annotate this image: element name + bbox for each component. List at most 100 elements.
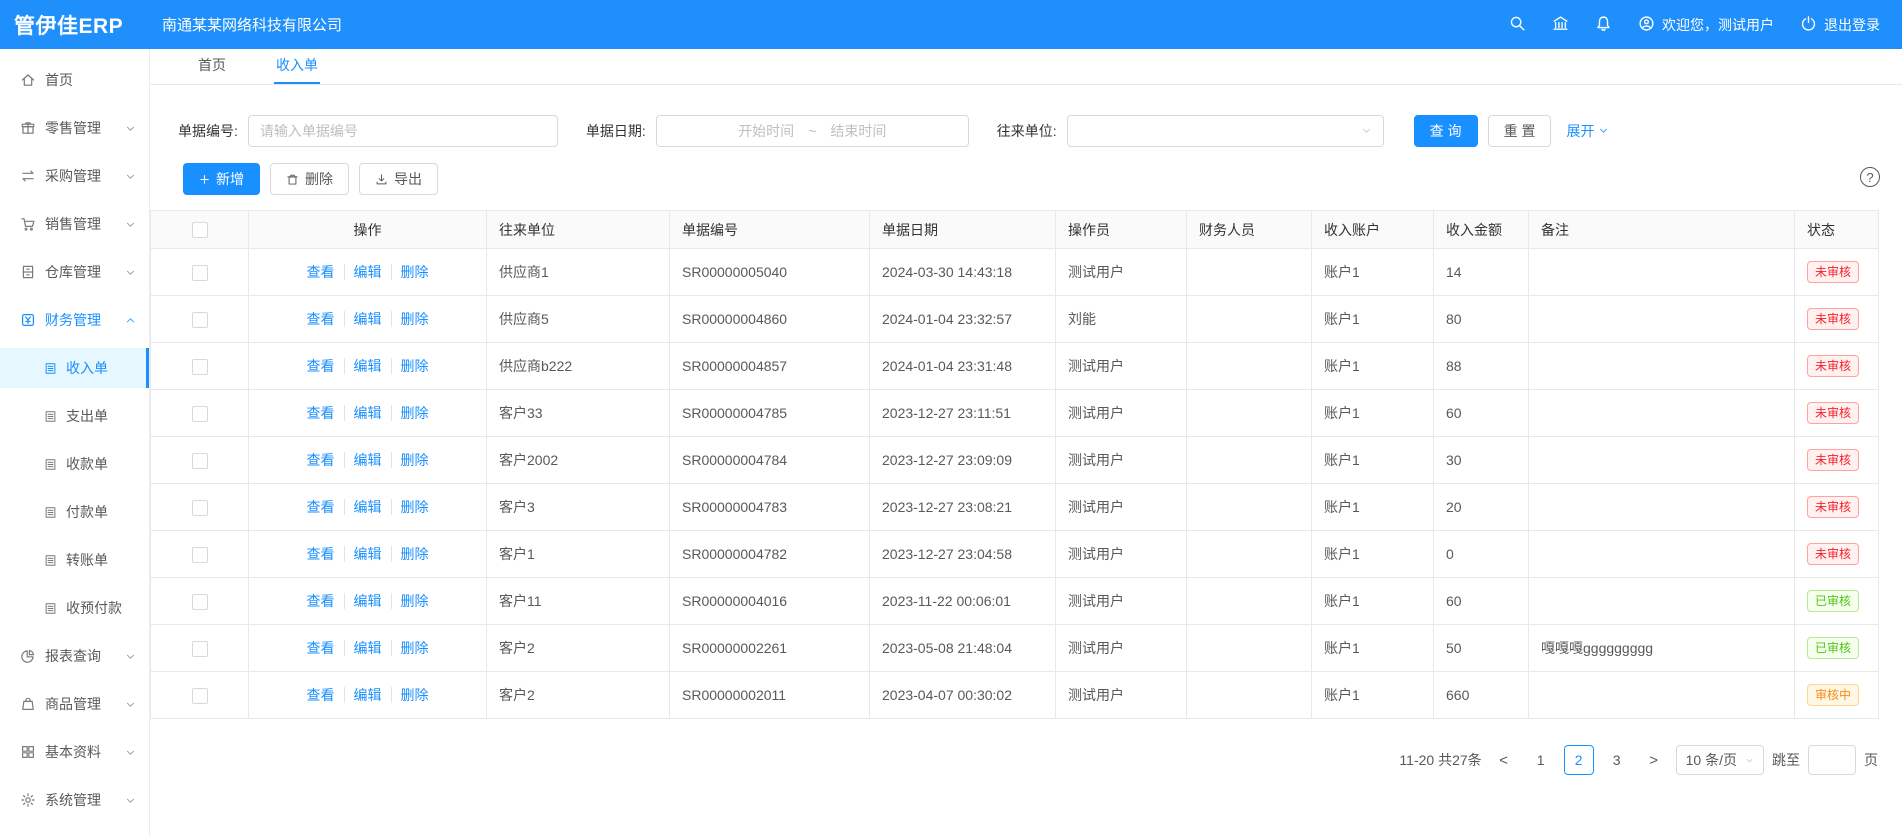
row-checkbox[interactable] [192,594,208,610]
edit-link[interactable]: 编辑 [344,405,382,421]
delete-link[interactable]: 删除 [391,640,429,656]
row-checkbox[interactable] [192,641,208,657]
sidebar-subitem-payment-doc[interactable]: 付款单 [0,492,149,532]
sidebar-item-system[interactable]: 系统管理 [0,780,149,820]
sidebar-item-purchase[interactable]: 采购管理 [0,156,149,196]
cell-account: 账户1 [1312,625,1434,672]
page-button-3[interactable]: 3 [1602,745,1632,775]
cell-remark [1529,672,1795,719]
view-link[interactable]: 查看 [307,546,335,562]
sidebar-subitem-transfer-doc[interactable]: 转账单 [0,540,149,580]
row-checkbox[interactable] [192,547,208,563]
delete-link[interactable]: 删除 [391,264,429,280]
row-checkbox[interactable] [192,406,208,422]
jump-page-input[interactable] [1808,745,1856,775]
delete-link[interactable]: 删除 [391,499,429,515]
cell-partner: 客户1 [487,531,670,578]
edit-link[interactable]: 编辑 [344,499,382,515]
view-link[interactable]: 查看 [307,687,335,703]
delete-link[interactable]: 删除 [391,358,429,374]
sidebar-item-finance[interactable]: 财务管理 [0,300,149,340]
tab-income-doc[interactable]: 收入单 [274,48,320,84]
next-page-button[interactable]: > [1640,745,1668,775]
chevron-down-icon [125,123,136,134]
partner-select[interactable] [1067,115,1384,147]
logout-button[interactable]: 退出登录 [1800,15,1880,35]
delete-link[interactable]: 删除 [391,311,429,327]
sidebar-item-sales[interactable]: 销售管理 [0,204,149,244]
view-link[interactable]: 查看 [307,640,335,656]
gear-icon [20,792,36,808]
row-checkbox[interactable] [192,500,208,516]
user-menu[interactable]: 欢迎您，测试用户 [1638,15,1774,35]
edit-link[interactable]: 编辑 [344,687,382,703]
view-link[interactable]: 查看 [307,452,335,468]
page-button-2[interactable]: 2 [1564,745,1594,775]
expand-link[interactable]: 展开 [1566,121,1609,141]
edit-link[interactable]: 编辑 [344,546,382,562]
view-link[interactable]: 查看 [307,311,335,327]
search-icon[interactable] [1509,15,1526,35]
delete-link[interactable]: 删除 [391,546,429,562]
view-link[interactable]: 查看 [307,499,335,515]
cell-amount: 50 [1434,625,1529,672]
notification-bell-icon[interactable] [1595,15,1612,35]
page-size-select[interactable]: 10 条/页 [1676,745,1764,775]
delete-link[interactable]: 删除 [391,452,429,468]
help-icon[interactable]: ? [1860,167,1880,187]
delete-link[interactable]: 删除 [391,593,429,609]
sidebar-item-home[interactable]: 首页 [0,60,149,100]
page-button-1[interactable]: 1 [1526,745,1556,775]
pagination: 11-20 共27条 < 1 2 3 > 10 条/页 跳至 页 [150,745,1902,775]
tab-home[interactable]: 首页 [196,48,228,84]
chevron-down-icon [125,219,136,230]
view-link[interactable]: 查看 [307,593,335,609]
doc-no-input[interactable] [260,123,546,139]
row-checkbox[interactable] [192,359,208,375]
reset-button[interactable]: 重 置 [1488,115,1552,147]
edit-link[interactable]: 编辑 [344,311,382,327]
edit-link[interactable]: 编辑 [344,452,382,468]
edit-link[interactable]: 编辑 [344,593,382,609]
select-all-checkbox[interactable] [192,222,208,238]
cell-remark [1529,249,1795,296]
view-link[interactable]: 查看 [307,264,335,280]
delete-link[interactable]: 删除 [391,405,429,421]
row-checkbox[interactable] [192,688,208,704]
delete-link[interactable]: 删除 [391,687,429,703]
view-link[interactable]: 查看 [307,405,335,421]
delete-button[interactable]: 删除 [270,163,349,195]
prev-page-button[interactable]: < [1490,745,1518,775]
cell-partner: 客户2002 [487,437,670,484]
col-header-doc-no: 单据编号 [670,211,870,249]
cell-account: 账户1 [1312,390,1434,437]
sidebar-subitem-receipt-doc[interactable]: 收款单 [0,444,149,484]
sidebar-subitem-expense-doc[interactable]: 支出单 [0,396,149,436]
row-checkbox[interactable] [192,312,208,328]
sidebar-item-basic-data[interactable]: 基本资料 [0,732,149,772]
sidebar-item-goods[interactable]: 商品管理 [0,684,149,724]
status-badge: 未审核 [1807,449,1859,471]
edit-link[interactable]: 编辑 [344,264,382,280]
row-checkbox[interactable] [192,265,208,281]
export-button[interactable]: 导出 [359,163,438,195]
sidebar-item-warehouse[interactable]: 仓库管理 [0,252,149,292]
edit-link[interactable]: 编辑 [344,640,382,656]
view-link[interactable]: 查看 [307,358,335,374]
shopping-bag-icon [20,696,36,712]
bank-building-icon[interactable] [1552,15,1569,35]
date-label: 单据日期: [586,121,646,141]
edit-link[interactable]: 编辑 [344,358,382,374]
col-header-partner: 往来单位 [487,211,670,249]
sidebar-item-reports[interactable]: 报表查询 [0,636,149,676]
sidebar-item-retail[interactable]: 零售管理 [0,108,149,148]
search-button[interactable]: 查 询 [1414,115,1478,147]
sidebar-subitem-advance-doc[interactable]: 收预付款 [0,588,149,628]
add-button[interactable]: 新增 [183,163,260,195]
row-checkbox[interactable] [192,453,208,469]
cell-remark [1529,531,1795,578]
date-range-input[interactable]: 开始时间 ~ 结束时间 [656,115,969,147]
sidebar-subitem-income-doc[interactable]: 收入单 [0,348,149,388]
table-row: 查看编辑删除 客户2 SR00000002011 2023-04-07 00:3… [151,672,1879,719]
doc-no-input-wrap [248,115,558,147]
